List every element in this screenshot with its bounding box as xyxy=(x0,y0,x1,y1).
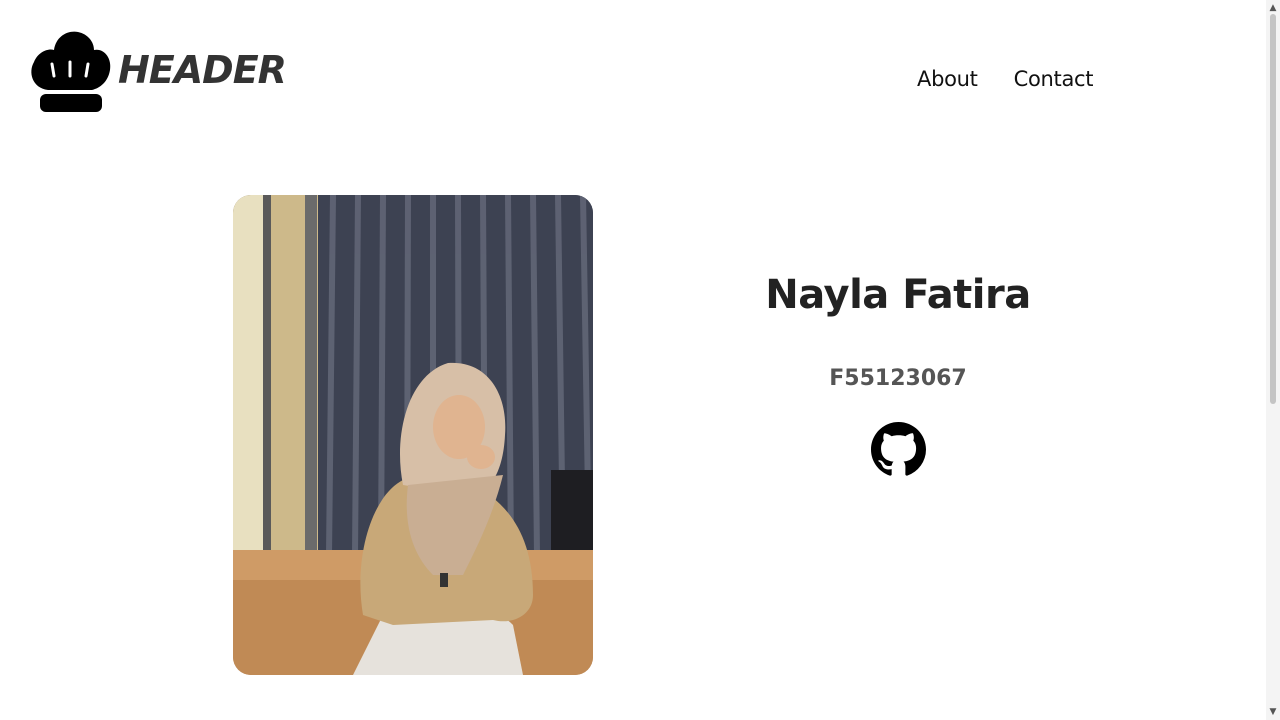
profile-photo xyxy=(233,195,593,675)
scroll-thumb[interactable] xyxy=(1270,14,1276,404)
nav-about-link[interactable]: About xyxy=(917,67,978,91)
profile-id: F55123067 xyxy=(829,366,967,391)
main-nav: About Contact xyxy=(917,67,1094,91)
page-scrollbar[interactable]: ▲ ▼ xyxy=(1266,0,1280,720)
site-header: HEADER About Contact xyxy=(0,0,1266,150)
logo-text: HEADER xyxy=(118,48,287,92)
github-icon xyxy=(871,422,926,476)
nav-contact-link[interactable]: Contact xyxy=(1014,67,1094,91)
logo-link[interactable]: HEADER xyxy=(28,28,287,112)
scroll-down-arrow-icon[interactable]: ▼ xyxy=(1266,706,1280,718)
scroll-up-arrow-icon[interactable]: ▲ xyxy=(1266,2,1280,14)
github-link[interactable] xyxy=(871,422,926,477)
page: HEADER About Contact Nayla Fatira F55123… xyxy=(0,0,1280,720)
chef-hat-icon xyxy=(31,31,111,112)
profile-name: Nayla Fatira xyxy=(765,272,1031,318)
